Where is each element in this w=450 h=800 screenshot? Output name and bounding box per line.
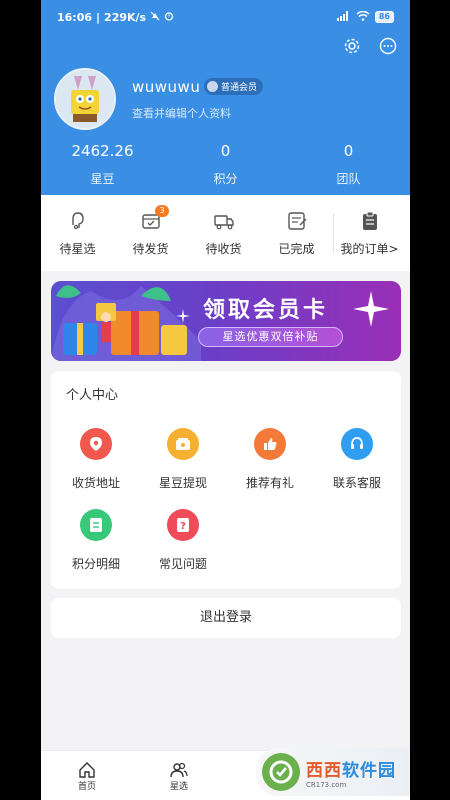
order-pending-select[interactable]: 待星选: [41, 195, 114, 271]
service-bean-withdraw[interactable]: 星豆提现: [143, 428, 223, 491]
stat-points[interactable]: 0 积分: [164, 142, 287, 187]
headset-icon: [341, 428, 373, 460]
section-title: 个人中心: [66, 388, 119, 403]
order-label: 待发货: [132, 242, 169, 256]
personal-center-card: 个人中心 收货地址 星豆提现 推荐有礼 联系客服 积分明细 ? 常见问题: [51, 371, 401, 589]
order-completed[interactable]: 已完成: [260, 195, 333, 271]
status-time: 16:06: [57, 10, 93, 24]
member-badge-label: 普通会员: [221, 83, 258, 93]
order-pending-receipt[interactable]: 待收货: [187, 195, 260, 271]
stats-row: 2462.26 星豆 0 积分 0 团队: [41, 142, 410, 187]
shipment-icon: [114, 210, 187, 232]
users-icon: [133, 761, 225, 779]
status-bar: 16:06 | 229K/s 86: [57, 9, 394, 25]
tab-label: 星选: [169, 782, 188, 792]
app-screen: 16:06 | 229K/s 86 wuwuwu 普通会员 查看并编辑个人资料 …: [41, 0, 410, 800]
stat-label: 团队: [336, 172, 361, 186]
more-options-icon[interactable]: [378, 36, 398, 56]
service-shipping-address[interactable]: 收货地址: [56, 428, 136, 491]
orders-clipboard-icon: [333, 210, 406, 232]
wifi-icon: [356, 10, 370, 24]
order-label: 待星选: [59, 242, 96, 256]
service-faq[interactable]: ? 常见问题: [143, 509, 223, 572]
service-label: 星豆提现: [158, 476, 207, 490]
mute-icon: [150, 11, 160, 24]
watermark-url: CR173.com: [306, 780, 347, 789]
tab-star-select[interactable]: 星选: [133, 751, 225, 800]
stat-value: 0: [343, 142, 354, 160]
alarm-icon: [164, 11, 174, 24]
order-label: 待收货: [205, 242, 242, 256]
settings-gear-icon[interactable]: [342, 36, 362, 56]
stat-label: 积分: [213, 172, 238, 186]
tab-home[interactable]: 首页: [41, 751, 133, 800]
wallet-icon: [167, 428, 199, 460]
banner-title: 领取会员卡: [203, 298, 329, 323]
member-level-icon: [207, 81, 218, 92]
service-customer-support[interactable]: 联系客服: [317, 428, 397, 491]
location-pin-icon: [80, 428, 112, 460]
watermark-brand-b: 软件园: [342, 760, 396, 781]
service-referral-reward[interactable]: 推荐有礼: [230, 428, 310, 491]
username: wuwuwu: [132, 78, 201, 96]
order-count-badge: 3: [155, 205, 169, 217]
edit-profile-link[interactable]: 查看并编辑个人资料: [132, 105, 231, 121]
service-points-detail[interactable]: 积分明细: [56, 509, 136, 572]
svg-text:?: ?: [180, 521, 186, 532]
battery-indicator: 86: [374, 11, 394, 23]
question-icon: ?: [167, 509, 199, 541]
sparkle-icon: [353, 291, 389, 327]
order-pending-shipment[interactable]: 3 待发货: [114, 195, 187, 271]
home-icon: [41, 761, 133, 779]
service-label: 推荐有礼: [245, 476, 294, 490]
small-sparkle-icon: [176, 309, 190, 323]
orders-row: 待星选 3 待发货 待收货 已完成 我的订单>: [41, 195, 410, 271]
stat-team[interactable]: 0 团队: [287, 142, 410, 187]
tab-label: 首页: [77, 782, 96, 792]
service-label: 收货地址: [71, 476, 120, 490]
member-badge: 普通会员: [204, 78, 264, 95]
stat-value: 0: [220, 142, 231, 160]
truck-icon: [187, 210, 260, 232]
document-icon: [80, 509, 112, 541]
order-label: 我的订单>: [340, 242, 399, 256]
service-label: 积分明细: [71, 557, 120, 571]
profile-header: 16:06 | 229K/s 86 wuwuwu 普通会员 查看并编辑个人资料 …: [41, 0, 410, 195]
member-card-banner[interactable]: 领取会员卡 星选优惠双倍补贴: [51, 281, 401, 361]
watermark-brand-a: 西西: [306, 760, 342, 781]
banner-subtitle: 星选优惠双倍补贴: [198, 327, 343, 347]
thumbs-up-icon: [254, 428, 286, 460]
avatar[interactable]: [54, 68, 116, 130]
service-label: 常见问题: [158, 557, 207, 571]
stat-star-beans[interactable]: 2462.26 星豆: [41, 142, 164, 187]
stat-value: 2462.26: [71, 142, 134, 160]
logout-button[interactable]: 退出登录: [51, 598, 401, 638]
watermark-logo-icon: [262, 753, 300, 791]
status-network-speed: 229K/s: [104, 10, 147, 24]
star-select-icon: [41, 210, 114, 232]
signal-icon: [336, 10, 351, 24]
site-watermark: 西西软件园 CR173.com: [256, 748, 410, 796]
service-label: 联系客服: [332, 476, 381, 490]
my-orders-link[interactable]: 我的订单>: [333, 195, 406, 271]
order-label: 已完成: [278, 242, 315, 256]
stat-label: 星豆: [90, 172, 115, 186]
completed-icon: [260, 210, 333, 232]
